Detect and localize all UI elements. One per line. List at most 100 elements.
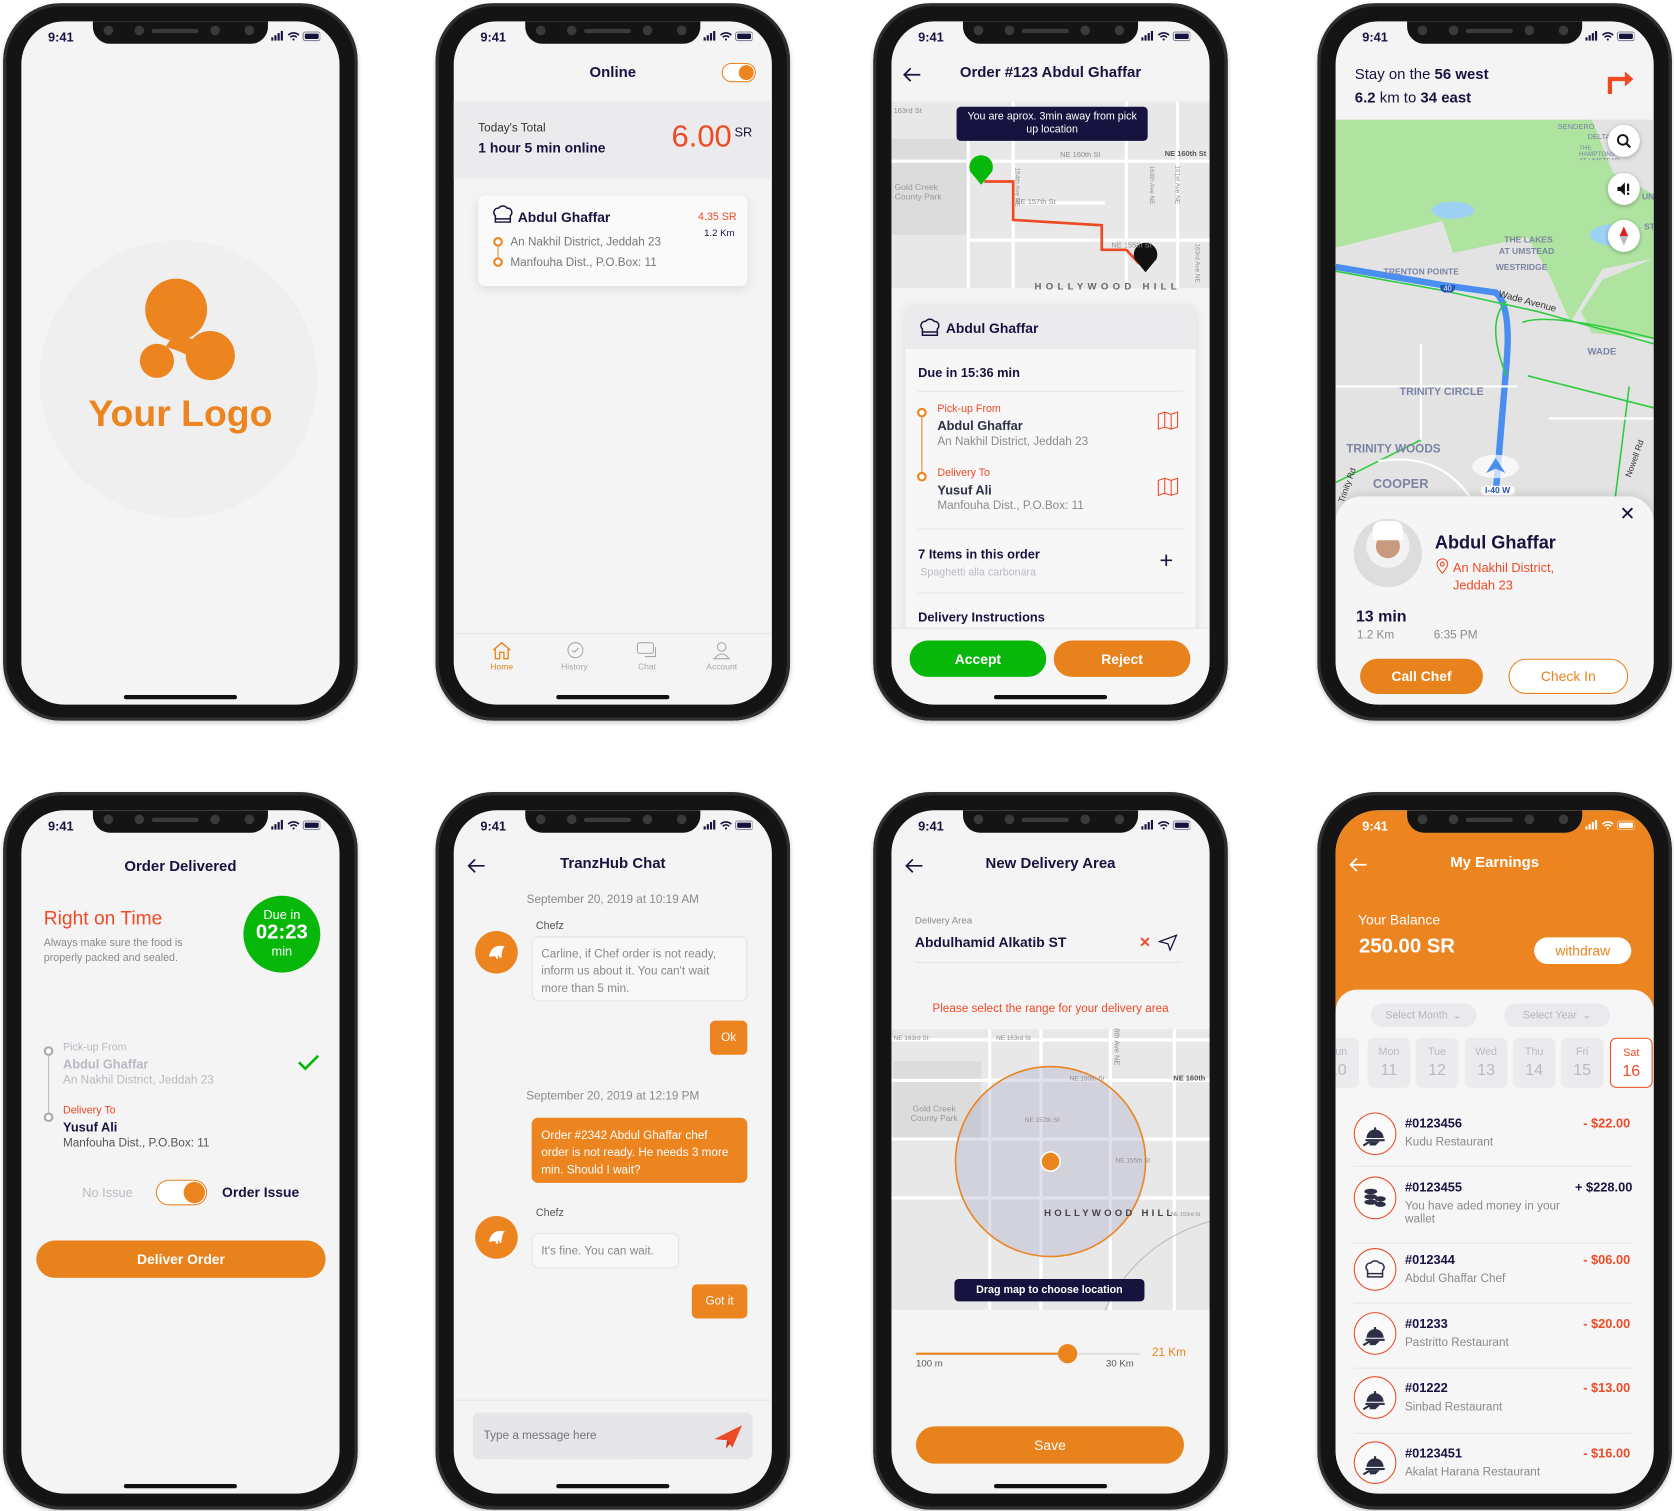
reject-button[interactable]: Reject [1053,640,1191,677]
withdraw-button[interactable]: withdraw [1534,937,1632,965]
area-map[interactable] [891,1029,1210,1310]
no-issue-label: No Issue [82,1185,133,1200]
status-icons [1141,30,1191,42]
quick-reply-got-it[interactable]: Got it [691,1284,748,1319]
divider [914,961,1182,963]
day-name: Fri [1575,1046,1589,1058]
map-sound-button[interactable] [1607,172,1640,205]
chat-screen: 9:41 TranzHub Chat September 20, 2019 at… [453,810,772,1494]
select-month-dropdown[interactable]: Select Month ⌄ [1370,1003,1477,1028]
status-time: 9:41 [480,29,507,45]
transaction-row[interactable]: #012344 Abdul Ghaffar Chef - $06.00 [1336,1244,1654,1308]
tab-account[interactable]: Account [690,641,754,672]
order-price: 4.35 SR [698,211,737,224]
map-icon[interactable] [1157,477,1179,496]
delivery-area-input[interactable]: Abdulhamid Alkatib ST [915,934,1129,950]
transaction-desc: Kudu Restaurant [1404,1135,1494,1149]
day-chip[interactable]: Mon 11 [1367,1037,1411,1088]
outgoing-message: Order #2342 Abdul Ghaffar chef order is … [531,1117,748,1183]
tab-chat[interactable]: Chat [615,641,679,672]
divider [453,1399,772,1401]
transaction-id: #01222 [1404,1380,1448,1396]
day-chip[interactable]: Sun 10 [1335,1037,1360,1088]
page-title: TranzHub Chat [560,854,666,872]
map-hint: Drag map to choose location [954,1278,1145,1302]
map-label: NE 153rd St [1171,1211,1201,1219]
locate-icon[interactable] [1158,934,1178,952]
save-button[interactable]: Save [916,1426,1184,1464]
map-label: NE 163rd St [996,1035,1031,1042]
expand-plus-icon[interactable]: + [1159,548,1173,572]
transaction-id: #0123456 [1404,1115,1462,1131]
message-input[interactable] [472,1412,753,1460]
transaction-amount: + $228.00 [1575,1179,1633,1195]
map-label: 163rd St [893,107,922,116]
divider [1353,1302,1632,1304]
transaction-row[interactable]: #01222 Sinbad Restaurant - $13.00 [1336,1372,1654,1436]
balance-amount: 250.00 SR [1359,935,1455,958]
map-icon[interactable] [1157,411,1179,430]
logo-text: Your Logo [88,392,273,435]
call-chef-button[interactable]: Call Chef [1360,658,1483,694]
close-icon[interactable]: ✕ [1620,504,1636,523]
notch [92,810,268,833]
transaction-amount: - $13.00 [1583,1380,1631,1396]
deliver-order-button[interactable]: Deliver Order [36,1240,326,1278]
dropdown-label: Select Month [1385,1009,1448,1022]
transaction-row[interactable]: #0123451 Akalat Harana Restaurant - $16.… [1336,1437,1654,1494]
description: Always make sure the food is [43,937,183,950]
compass-button[interactable] [1607,219,1640,252]
chef-hat-icon [493,205,513,223]
order-detail-card: Abdul Ghaffar Due in 15:36 min Pick-up F… [905,304,1196,636]
order-card[interactable]: Abdul Ghaffar 4.35 SR 1.2 Km An Nakhil D… [478,195,748,287]
send-icon[interactable] [713,1424,743,1450]
select-year-dropdown[interactable]: Select Year ⌄ [1504,1003,1610,1028]
tab-home[interactable]: Home [470,641,534,672]
day-chip[interactable]: Fri 15 [1560,1037,1604,1088]
chef-name: Abdul Ghaffar [1434,532,1556,554]
home-indicator [993,1483,1108,1489]
accept-button[interactable]: Accept [909,640,1047,677]
map-search-button[interactable] [1607,124,1640,157]
status-time: 9:41 [1362,818,1388,834]
divider [1353,1432,1632,1434]
distance-value: 6.2 [1354,88,1376,106]
tab-history[interactable]: History [542,641,606,672]
home-icon [492,641,511,660]
day-chip[interactable]: Thu 14 [1512,1037,1556,1088]
day-number: 16 [1622,1062,1641,1081]
map-label: SENDERO [1557,123,1595,132]
pickup-label: Pick-up From [62,1041,127,1054]
phone-navigation: 9:41 Stay on the 56 west 6.2 km to 34 ea… [1317,3,1672,721]
day-chip-selected[interactable]: Sat 16 [1609,1037,1653,1088]
clear-icon[interactable]: ✕ [1139,934,1151,951]
chef-name: Abdul Ghaffar [517,209,611,226]
notch [962,21,1139,44]
tab-label: Chat [637,661,656,672]
cloche-icon [1353,1112,1397,1156]
eta: 13 min [1355,607,1407,626]
delivery-name: Yusuf Ali [937,482,992,498]
transaction-row[interactable]: #01233 Pastritto Restaurant - $20.00 [1336,1308,1654,1372]
home-indicator [993,695,1108,700]
status-icons [1585,30,1635,42]
notch [92,21,268,44]
balance-label: Your Balance [1357,911,1441,928]
quick-reply-ok[interactable]: Ok [709,1020,748,1055]
check-in-button[interactable]: Check In [1508,658,1629,694]
status-time: 9:41 [918,29,944,45]
phone-splash: 9:41 Your Logo [3,3,358,721]
order-issue-label: Order Issue [222,1183,300,1200]
chat-date: September 20, 2019 at 12:19 PM [526,1090,700,1103]
online-toggle[interactable] [721,62,756,83]
issue-toggle[interactable] [155,1179,208,1206]
transaction-row[interactable]: #0123456 Kudu Restaurant - $22.00 [1336,1102,1654,1167]
day-chip[interactable]: Tue 12 [1415,1037,1459,1088]
day-name: Thu [1524,1046,1544,1058]
range-slider-handle[interactable] [1058,1344,1078,1364]
arrival-time: 6:35 PM [1433,628,1478,642]
transaction-row[interactable]: #0123455 You have aded money in your wal… [1336,1166,1654,1244]
day-chip[interactable]: Wed 13 [1464,1037,1508,1088]
map-label: 154th Ave NE [1013,167,1020,207]
status-time: 9:41 [1362,29,1388,45]
